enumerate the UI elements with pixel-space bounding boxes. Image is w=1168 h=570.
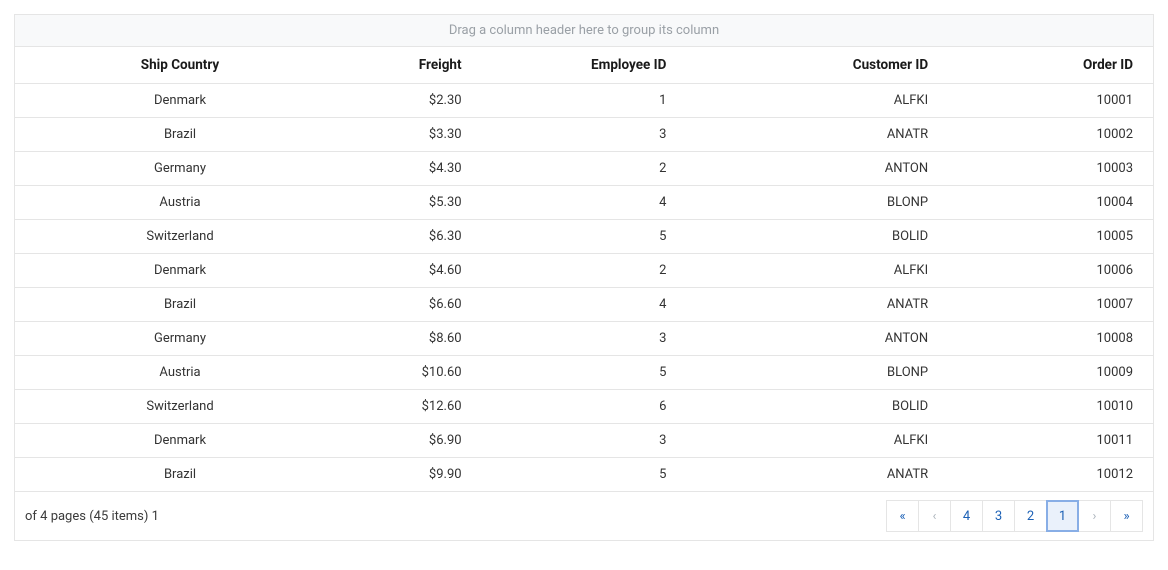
cell-order-id: 10003 <box>948 152 1153 186</box>
cell-freight: $6.90 <box>345 424 482 458</box>
cell-customer-id: ANATR <box>686 118 948 152</box>
pager-page-button[interactable]: 4 <box>950 500 983 532</box>
pager-info: of 4 pages (45 items) 1 <box>25 509 159 524</box>
column-header-ship-country[interactable]: Ship Country <box>15 47 345 84</box>
cell-freight: $8.60 <box>345 322 482 356</box>
table-row[interactable]: Switzerland$12.606BOLID10010 <box>15 390 1153 424</box>
table-row[interactable]: Denmark$6.903ALFKI10011 <box>15 424 1153 458</box>
cell-customer-id: ANTON <box>686 152 948 186</box>
cell-order-id: 10005 <box>948 220 1153 254</box>
cell-customer-id: ANTON <box>686 322 948 356</box>
cell-order-id: 10012 <box>948 458 1153 492</box>
pager-next-button[interactable]: › <box>1078 500 1111 532</box>
cell-freight: $6.60 <box>345 288 482 322</box>
cell-order-id: 10007 <box>948 288 1153 322</box>
cell-ship-country: Germany <box>15 322 345 356</box>
cell-customer-id: BLONP <box>686 356 948 390</box>
pager-bar: of 4 pages (45 items) 1 « ‹ 4321 › » <box>15 492 1153 540</box>
chevron-double-right-icon: » <box>1123 509 1129 524</box>
cell-employee-id: 6 <box>482 390 687 424</box>
cell-customer-id: ALFKI <box>686 84 948 118</box>
cell-order-id: 10008 <box>948 322 1153 356</box>
cell-customer-id: BLONP <box>686 186 948 220</box>
cell-customer-id: ANATR <box>686 288 948 322</box>
cell-ship-country: Denmark <box>15 84 345 118</box>
table-row[interactable]: Denmark$4.602ALFKI10006 <box>15 254 1153 288</box>
cell-order-id: 10010 <box>948 390 1153 424</box>
cell-ship-country: Germany <box>15 152 345 186</box>
cell-employee-id: 5 <box>482 458 687 492</box>
cell-employee-id: 5 <box>482 356 687 390</box>
data-grid: Drag a column header here to group its c… <box>14 14 1154 541</box>
cell-freight: $4.30 <box>345 152 482 186</box>
table-row[interactable]: Austria$5.304BLONP10004 <box>15 186 1153 220</box>
cell-freight: $9.90 <box>345 458 482 492</box>
table-row[interactable]: Brazil$9.905ANATR10012 <box>15 458 1153 492</box>
pager-prev-button[interactable]: ‹ <box>918 500 951 532</box>
column-header-freight[interactable]: Freight <box>345 47 482 84</box>
table-row[interactable]: Germany$4.302ANTON10003 <box>15 152 1153 186</box>
cell-ship-country: Brazil <box>15 458 345 492</box>
cell-customer-id: BOLID <box>686 390 948 424</box>
pager-page-button[interactable]: 1 <box>1046 500 1079 532</box>
cell-customer-id: ALFKI <box>686 254 948 288</box>
cell-employee-id: 4 <box>482 186 687 220</box>
pager-first-button[interactable]: « <box>886 500 919 532</box>
cell-freight: $3.30 <box>345 118 482 152</box>
cell-customer-id: ANATR <box>686 458 948 492</box>
cell-ship-country: Brazil <box>15 288 345 322</box>
cell-freight: $5.30 <box>345 186 482 220</box>
table-row[interactable]: Brazil$6.604ANATR10007 <box>15 288 1153 322</box>
chevron-left-icon: ‹ <box>933 509 937 524</box>
cell-employee-id: 4 <box>482 288 687 322</box>
cell-customer-id: ALFKI <box>686 424 948 458</box>
cell-freight: $10.60 <box>345 356 482 390</box>
cell-employee-id: 3 <box>482 424 687 458</box>
table-row[interactable]: Austria$10.605BLONP10009 <box>15 356 1153 390</box>
cell-employee-id: 5 <box>482 220 687 254</box>
table-row[interactable]: Switzerland$6.305BOLID10005 <box>15 220 1153 254</box>
cell-freight: $2.30 <box>345 84 482 118</box>
cell-ship-country: Austria <box>15 356 345 390</box>
data-table: Ship Country Freight Employee ID Custome… <box>15 47 1153 492</box>
cell-ship-country: Denmark <box>15 424 345 458</box>
cell-employee-id: 1 <box>482 84 687 118</box>
cell-freight: $4.60 <box>345 254 482 288</box>
cell-order-id: 10004 <box>948 186 1153 220</box>
cell-order-id: 10011 <box>948 424 1153 458</box>
chevron-right-icon: › <box>1093 509 1097 524</box>
cell-order-id: 10009 <box>948 356 1153 390</box>
cell-ship-country: Switzerland <box>15 220 345 254</box>
cell-order-id: 10001 <box>948 84 1153 118</box>
group-drop-area[interactable]: Drag a column header here to group its c… <box>15 15 1153 47</box>
pager-page-button[interactable]: 2 <box>1014 500 1047 532</box>
pager-page-button[interactable]: 3 <box>982 500 1015 532</box>
cell-employee-id: 3 <box>482 322 687 356</box>
cell-order-id: 10002 <box>948 118 1153 152</box>
column-header-order-id[interactable]: Order ID <box>948 47 1153 84</box>
chevron-double-left-icon: « <box>899 509 905 524</box>
cell-ship-country: Austria <box>15 186 345 220</box>
cell-freight: $6.30 <box>345 220 482 254</box>
table-row[interactable]: Germany$8.603ANTON10008 <box>15 322 1153 356</box>
cell-ship-country: Denmark <box>15 254 345 288</box>
cell-customer-id: BOLID <box>686 220 948 254</box>
column-header-employee-id[interactable]: Employee ID <box>482 47 687 84</box>
cell-employee-id: 2 <box>482 254 687 288</box>
pager: « ‹ 4321 › » <box>887 500 1143 532</box>
cell-order-id: 10006 <box>948 254 1153 288</box>
column-header-customer-id[interactable]: Customer ID <box>686 47 948 84</box>
table-row[interactable]: Denmark$2.301ALFKI10001 <box>15 84 1153 118</box>
cell-employee-id: 2 <box>482 152 687 186</box>
pager-last-button[interactable]: » <box>1110 500 1143 532</box>
cell-ship-country: Brazil <box>15 118 345 152</box>
cell-employee-id: 3 <box>482 118 687 152</box>
table-row[interactable]: Brazil$3.303ANATR10002 <box>15 118 1153 152</box>
cell-ship-country: Switzerland <box>15 390 345 424</box>
cell-freight: $12.60 <box>345 390 482 424</box>
